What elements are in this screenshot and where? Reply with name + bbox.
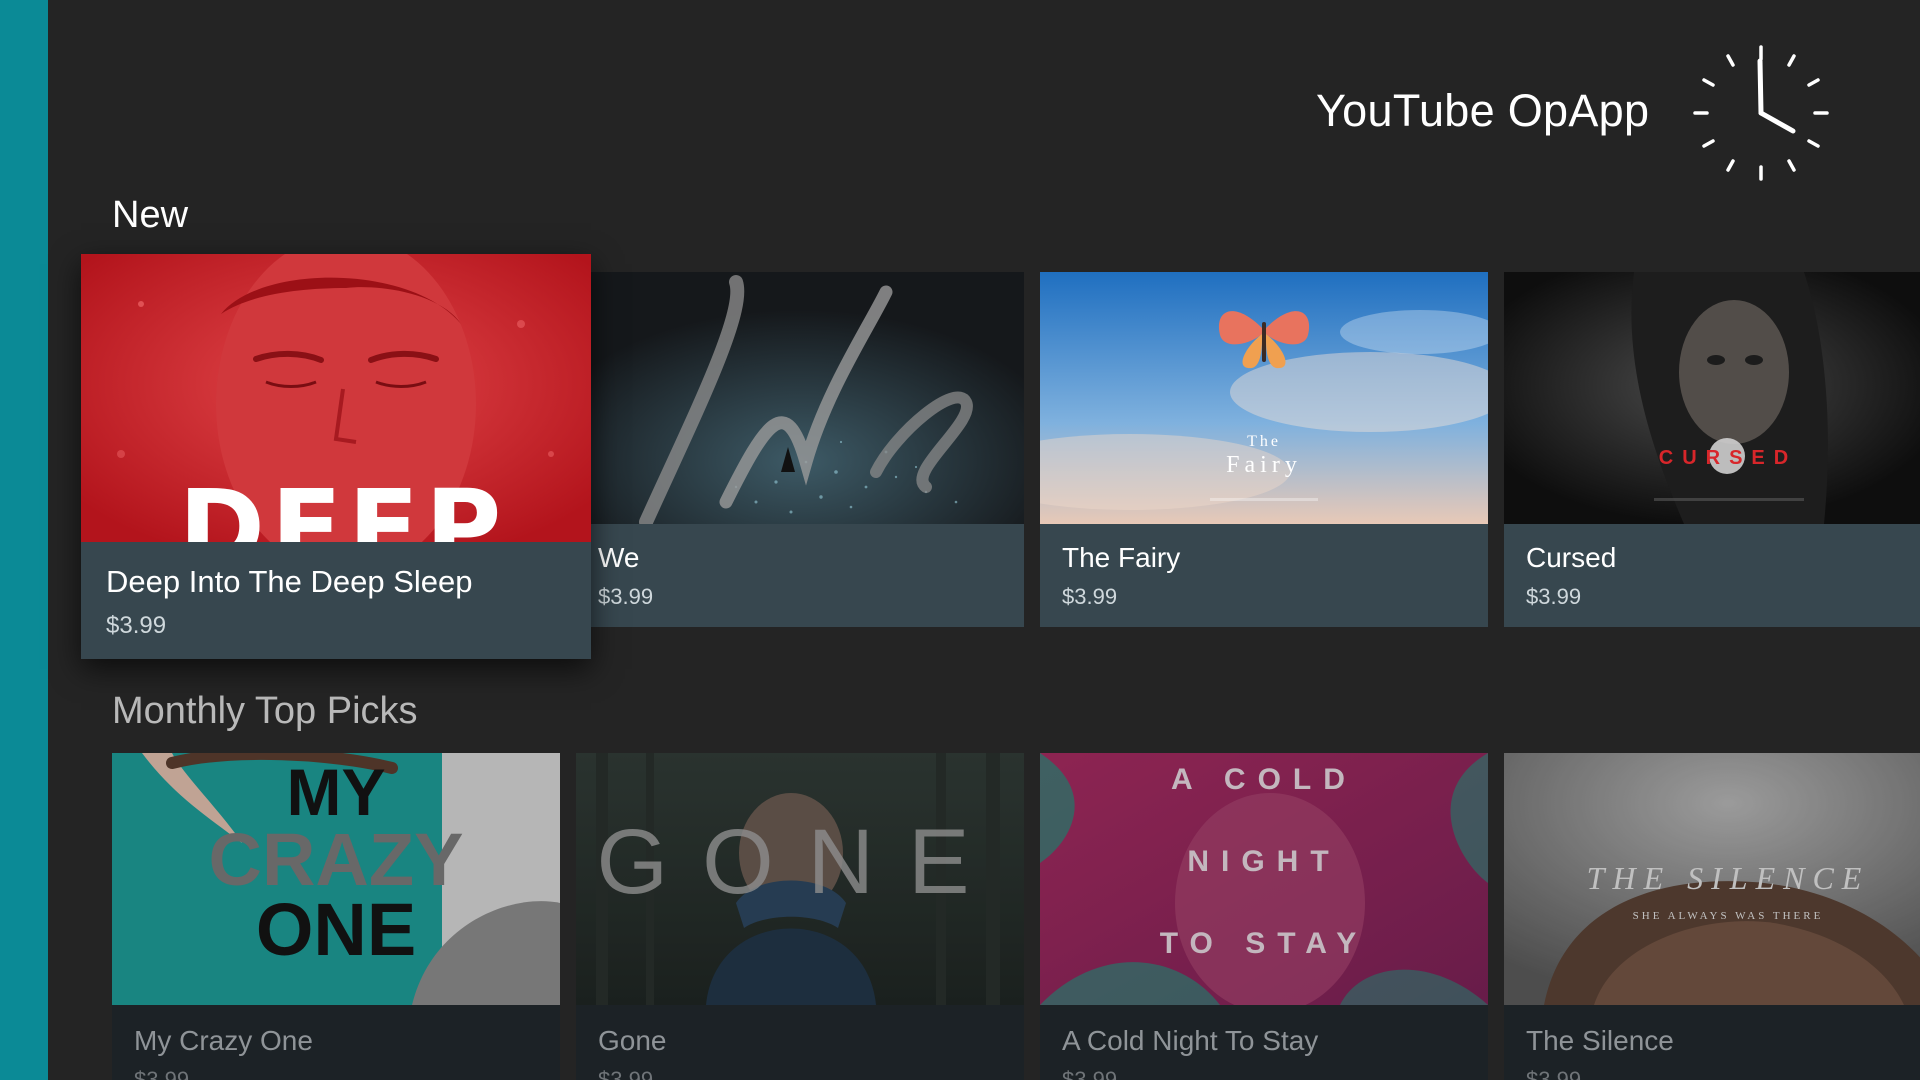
poster-text: ONE (256, 888, 416, 971)
poster-text: NIGHT (1187, 845, 1340, 878)
poster-text: CRAZY (209, 818, 464, 901)
card-price: $3.99 (1526, 1067, 1582, 1080)
poster-we (576, 272, 1024, 524)
movie-card-the-fairy[interactable]: The Fairy The Fairy $3.99 (1040, 272, 1488, 627)
movie-card-gone[interactable]: GONE Gone $3.99 (576, 753, 1024, 1080)
poster-text: A COLD (1171, 763, 1357, 796)
card-title: We (598, 542, 640, 573)
poster-cursed: CURSED (1504, 272, 1920, 524)
movie-card-deep-into-the-deep-sleep[interactable]: DEEP Deep Into The Deep Sleep $3.99 (81, 254, 591, 659)
row-title-monthly-top-picks: Monthly Top Picks (112, 690, 418, 732)
poster-gone: GONE (576, 753, 1024, 1005)
clock-icon (1693, 45, 1829, 181)
side-rail (0, 0, 48, 1080)
card-price: $3.99 (1062, 584, 1118, 609)
poster-text: MY (287, 755, 386, 829)
poster-text: THE SILENCE (1587, 860, 1870, 896)
card-title: The Fairy (1062, 542, 1181, 573)
card-price: $3.99 (598, 584, 654, 609)
poster-my-crazy-one: MY CRAZY ONE (112, 753, 560, 1005)
movie-card-the-silence[interactable]: THE SILENCE SHE ALWAYS WAS THERE The Sil… (1504, 753, 1920, 1080)
poster-the-fairy: The Fairy (1040, 272, 1488, 524)
card-price: $3.99 (598, 1067, 654, 1080)
card-title: Cursed (1526, 542, 1617, 573)
poster-text: The (1247, 433, 1281, 450)
poster-text: TO STAY (1160, 927, 1368, 960)
card-title: The Silence (1526, 1025, 1674, 1056)
poster-text: CURSED (1659, 447, 1797, 469)
row-title-new: New (112, 194, 189, 236)
card-price: $3.99 (1526, 584, 1582, 609)
card-price: $3.99 (134, 1067, 190, 1080)
card-title: A Cold Night To Stay (1062, 1025, 1319, 1056)
movie-card-cursed[interactable]: CURSED Cursed $3.99 (1504, 272, 1920, 627)
poster-text: DEEP (179, 467, 508, 542)
poster-text: SHE ALWAYS WAS THERE (1633, 910, 1824, 922)
poster-the-silence: THE SILENCE SHE ALWAYS WAS THERE (1504, 753, 1920, 1005)
app-title: YouTube OpApp (1316, 85, 1650, 136)
movie-card-a-cold-night-to-stay[interactable]: A COLD NIGHT TO STAY A Cold Night To Sta… (1040, 753, 1488, 1080)
card-title: Gone (598, 1025, 667, 1056)
card-price: $3.99 (106, 612, 167, 639)
movie-card-we[interactable]: We $3.99 (576, 272, 1024, 627)
poster-text: GONE (597, 811, 1004, 913)
poster-a-cold-night-to-stay: A COLD NIGHT TO STAY (1040, 753, 1488, 1005)
movie-card-my-crazy-one[interactable]: MY CRAZY ONE My Crazy One $3.99 (112, 753, 560, 1080)
poster-deep-into-the-deep-sleep: DEEP (81, 254, 591, 542)
poster-text: Fairy (1226, 452, 1302, 478)
card-title: My Crazy One (134, 1025, 313, 1056)
card-price: $3.99 (1062, 1067, 1118, 1080)
card-title: Deep Into The Deep Sleep (106, 564, 473, 599)
